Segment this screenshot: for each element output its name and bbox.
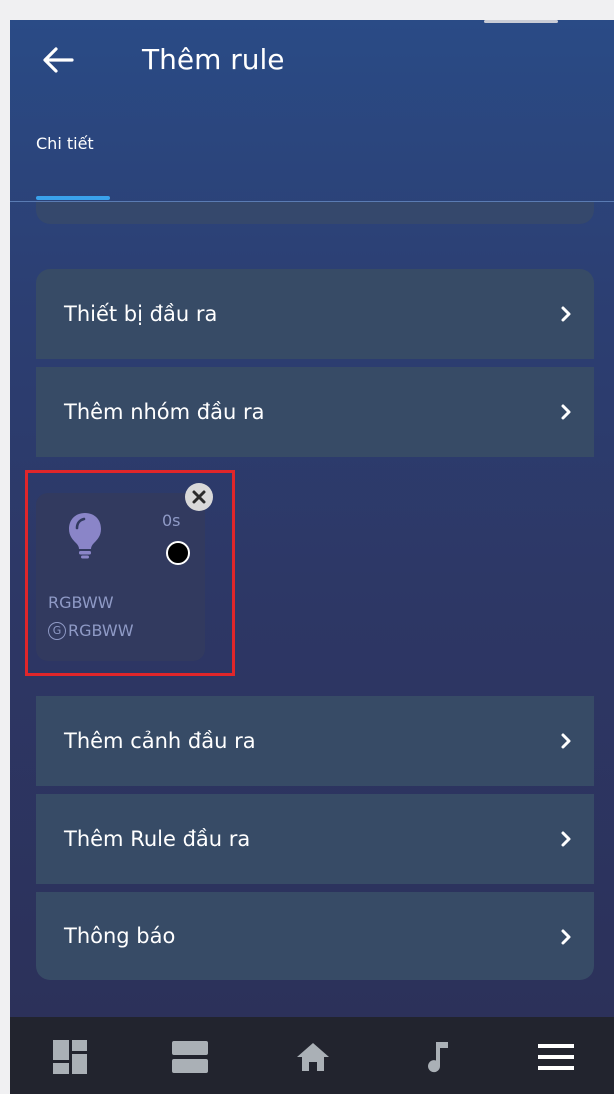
nav-rooms[interactable] bbox=[170, 1037, 210, 1077]
row-label: Thiết bị đầu ra bbox=[64, 302, 218, 326]
tab-details[interactable]: Chi tiết bbox=[36, 130, 110, 200]
music-icon bbox=[428, 1042, 448, 1073]
tab-label: Chi tiết bbox=[36, 134, 94, 153]
device-group: G RGBWW bbox=[48, 621, 134, 640]
screen: Thêm rule Chi tiết Thiết bị đầu ra Thêm … bbox=[10, 20, 614, 1094]
nav-music[interactable] bbox=[418, 1037, 458, 1077]
add-output-rule-row[interactable]: Thêm Rule đầu ra bbox=[36, 794, 594, 884]
row-label: Thông báo bbox=[64, 924, 176, 948]
row-label: Thêm Rule đầu ra bbox=[64, 827, 251, 851]
bulb-icon bbox=[69, 513, 101, 559]
chevron-right-icon bbox=[561, 831, 571, 847]
dashboard-icon bbox=[53, 1040, 87, 1074]
menu-icon bbox=[538, 1044, 574, 1070]
nav-menu[interactable] bbox=[536, 1037, 576, 1077]
row-label: Thêm nhóm đầu ra bbox=[64, 400, 265, 424]
close-icon bbox=[192, 490, 206, 504]
remove-device-button[interactable] bbox=[185, 483, 213, 511]
chevron-right-icon bbox=[561, 404, 571, 420]
add-output-scene-row[interactable]: Thêm cảnh đầu ra bbox=[36, 696, 594, 786]
row-label: Thêm cảnh đầu ra bbox=[64, 729, 256, 753]
add-output-group-row[interactable]: Thêm nhóm đầu ra bbox=[36, 367, 594, 457]
chevron-right-icon bbox=[561, 929, 571, 945]
notification-row[interactable]: Thông báo bbox=[36, 892, 594, 980]
chevron-right-icon bbox=[561, 733, 571, 749]
home-icon bbox=[297, 1043, 329, 1071]
back-button[interactable] bbox=[38, 42, 78, 78]
device-name: RGBWW bbox=[48, 593, 114, 612]
chevron-right-icon bbox=[561, 306, 571, 322]
nav-dashboard[interactable] bbox=[50, 1037, 90, 1077]
group-name: RGBWW bbox=[68, 621, 134, 640]
group-icon: G bbox=[48, 621, 66, 640]
rooms-icon bbox=[172, 1041, 208, 1073]
nav-home[interactable] bbox=[293, 1037, 333, 1077]
arrow-left-icon bbox=[43, 47, 74, 73]
input-section-card bbox=[36, 202, 594, 224]
bottom-navigation bbox=[10, 1017, 614, 1094]
output-device-card[interactable]: 0s RGBWW G RGBWW bbox=[36, 493, 205, 661]
tab-active-indicator bbox=[36, 196, 110, 200]
app-bar: Thêm rule bbox=[10, 20, 614, 100]
output-device-row[interactable]: Thiết bị đầu ra bbox=[36, 269, 594, 359]
device-state-indicator[interactable] bbox=[166, 541, 190, 565]
page-title: Thêm rule bbox=[142, 43, 285, 76]
delay-label: 0s bbox=[162, 511, 181, 530]
